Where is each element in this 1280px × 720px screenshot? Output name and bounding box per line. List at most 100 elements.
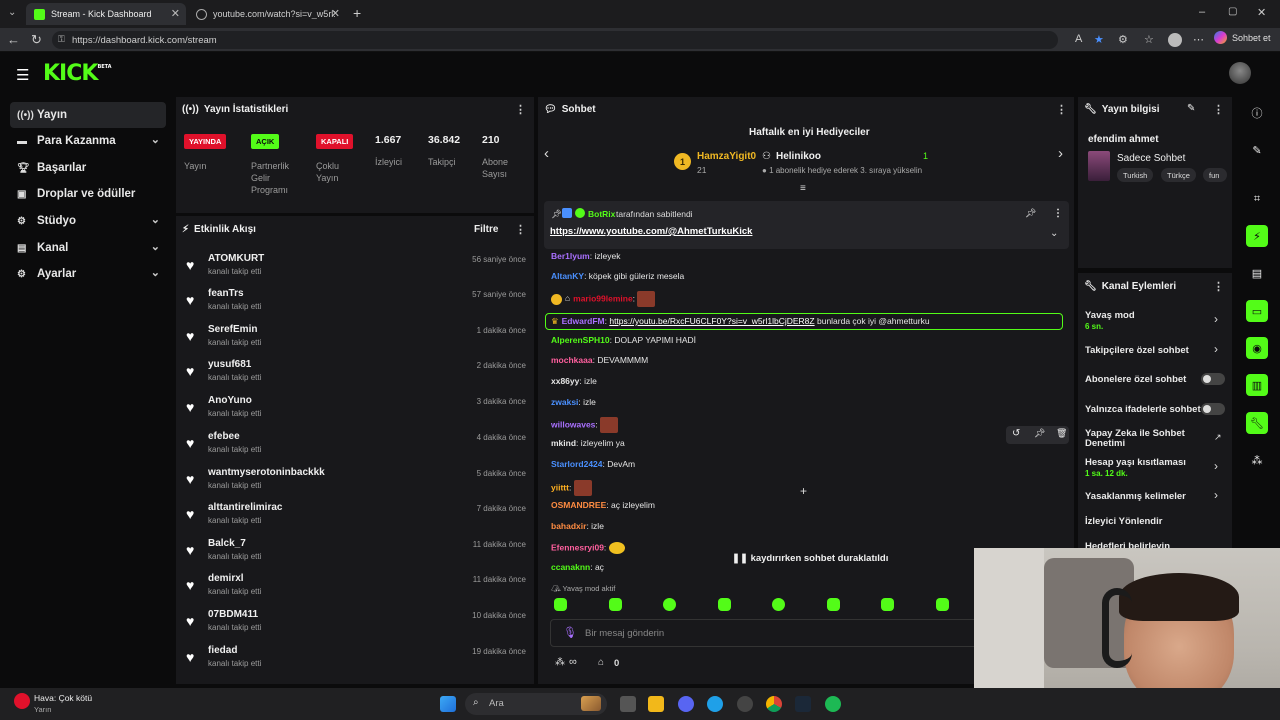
weather-icon[interactable] bbox=[14, 693, 30, 709]
copilot-button[interactable]: Sohbet et bbox=[1214, 31, 1271, 44]
weather-title[interactable]: Hava: Çok kötü bbox=[34, 693, 92, 703]
tab-kick-dashboard[interactable]: Stream - Kick Dashboard ✕ bbox=[26, 3, 186, 25]
chat-username[interactable]: bahadxir bbox=[551, 521, 586, 531]
maximize-icon[interactable]: ▢ bbox=[1228, 6, 1237, 17]
edit-icon[interactable]: ✎ bbox=[1187, 103, 1195, 114]
top-gifter-name[interactable]: HamzaYigit0 bbox=[697, 151, 756, 162]
chat-username[interactable]: zwaksi bbox=[551, 397, 578, 407]
chat-message[interactable]: ♛ EdwardFM: https://youtu.be/RxcFU6CLF0Y?… bbox=[545, 313, 1063, 330]
chat-username[interactable]: Efennesryi09 bbox=[551, 542, 604, 552]
extensions-icon[interactable]: ⚙ bbox=[1118, 33, 1128, 46]
store-icon[interactable]: ⌂ bbox=[598, 657, 604, 668]
chevron-right-icon[interactable]: › bbox=[1214, 342, 1218, 356]
chat-message[interactable]: Efennesryi09: bbox=[551, 542, 625, 554]
category-name[interactable]: Sadece Sohbet bbox=[1117, 153, 1185, 164]
url-field[interactable]: ⚿ https://dashboard.kick.com/stream bbox=[52, 31, 1058, 49]
sidebar-item-yayin[interactable]: ((•)) Yayın bbox=[10, 102, 166, 128]
stream-info-more-icon[interactable]: ⋮ bbox=[1213, 103, 1224, 116]
channel-actions-more-icon[interactable]: ⋮ bbox=[1213, 280, 1224, 293]
filter-button[interactable]: Filtre bbox=[474, 224, 498, 235]
chat-message[interactable]: OSMANDREE: aç izleyelim bbox=[551, 500, 655, 510]
timeout-icon[interactable]: ↺ bbox=[1012, 428, 1020, 439]
discord-icon[interactable] bbox=[678, 696, 694, 712]
broadcast-icon[interactable]: ◉ bbox=[1246, 337, 1268, 359]
apps-icon[interactable]: ⁂ bbox=[1246, 449, 1268, 471]
steam-icon[interactable] bbox=[795, 696, 811, 712]
spotify-icon[interactable] bbox=[825, 696, 841, 712]
chat-username[interactable]: Starlord2424 bbox=[551, 459, 603, 469]
chat-username[interactable]: AltanKY bbox=[551, 271, 584, 281]
chat-message[interactable]: Ber1lyum: izleyek bbox=[551, 251, 620, 261]
chrome-icon[interactable] bbox=[766, 696, 782, 712]
chat-username[interactable]: yiittt bbox=[551, 482, 569, 492]
chat-message[interactable]: xx86yy: izle bbox=[551, 376, 597, 386]
chat-username[interactable]: OSMANDREE bbox=[551, 500, 606, 510]
chat-username[interactable]: xx86yy bbox=[551, 376, 579, 386]
chat-message[interactable]: Starlord2424: DevAm bbox=[551, 459, 635, 469]
chat-message[interactable]: zwaksi: izle bbox=[551, 397, 596, 407]
chat-link[interactable]: https://youtu.be/RxcFU6CLF0Y?si=v_w5rl1l… bbox=[609, 316, 814, 326]
goals-label[interactable]: Hedefleri belirleyin bbox=[1085, 541, 1170, 548]
pinned-more-icon[interactable]: ⋮ bbox=[1053, 208, 1063, 219]
points-icon[interactable]: ⁂ bbox=[555, 657, 565, 668]
crop-icon[interactable]: ⌗ bbox=[1246, 188, 1268, 210]
minimize-icon[interactable]: – bbox=[1199, 6, 1205, 18]
taskbar-search[interactable]: ⌕ Ara bbox=[465, 693, 607, 715]
chat-more-icon[interactable]: ⋮ bbox=[1056, 103, 1067, 116]
user-avatar[interactable] bbox=[1229, 62, 1251, 84]
file-explorer-icon[interactable] bbox=[648, 696, 664, 712]
activity-item[interactable]: ♥ fiedad kanalı takip etti 19 dakika önce bbox=[186, 645, 526, 679]
pencil-icon[interactable]: ✎ bbox=[1246, 139, 1268, 161]
pin-message-icon[interactable]: 📌︎ bbox=[1034, 428, 1045, 439]
wrench-icon[interactable]: 🔧︎ bbox=[1246, 412, 1268, 434]
activity-item[interactable]: ♥ ATOMKURT kanalı takip etti 56 saniye önce bbox=[186, 253, 526, 287]
second-gifter-name[interactable]: Helinikoo bbox=[776, 151, 821, 162]
emote-2-icon[interactable] bbox=[609, 598, 622, 611]
chat-username[interactable]: AlperenSPH10 bbox=[551, 335, 610, 345]
emote-8-icon[interactable] bbox=[936, 598, 949, 611]
stats-more-icon[interactable]: ⋮ bbox=[515, 103, 526, 116]
pinned-link[interactable]: https://www.youtube.com/@AhmetTurkuKick bbox=[550, 226, 752, 237]
close-window-icon[interactable]: ✕ bbox=[1257, 6, 1266, 19]
chat-message[interactable]: bahadxir: izle bbox=[551, 521, 604, 531]
collapse-icon[interactable]: ≡ bbox=[800, 183, 806, 194]
delete-icon[interactable]: 🗑︎ bbox=[1056, 428, 1067, 439]
tag-pill[interactable]: fun bbox=[1203, 168, 1227, 182]
activity-item[interactable]: ♥ feanTrs kanalı takip etti 57 saniye önce bbox=[186, 288, 526, 322]
pinned-by-user[interactable]: BotRix bbox=[588, 209, 615, 219]
chat-username[interactable]: Ber1lyum bbox=[551, 251, 590, 261]
chat-message[interactable]: mochkaaa: DEVAMMMM bbox=[551, 355, 648, 365]
collections-icon[interactable]: ☆ bbox=[1144, 33, 1154, 46]
raid-label[interactable]: İzleyici Yönlendir bbox=[1085, 516, 1162, 527]
document-icon[interactable]: ▤ bbox=[1246, 262, 1268, 284]
chat-input[interactable]: 🎙︎ Bir mesaj gönderin bbox=[550, 619, 990, 647]
expand-icon[interactable]: ⌄ bbox=[1050, 228, 1058, 239]
profile-icon[interactable] bbox=[1168, 33, 1182, 47]
info-icon[interactable]: ⓘ bbox=[1246, 102, 1268, 124]
chat-icon[interactable]: ▭ bbox=[1246, 300, 1268, 322]
chat-message[interactable]: yiittt: bbox=[551, 480, 592, 496]
followers-only-label[interactable]: Takipçilere özel sohbet bbox=[1085, 345, 1189, 356]
slow-mode-label[interactable]: Yavaş mod bbox=[1085, 310, 1135, 321]
sidebar-item-studyo[interactable]: ⚙ Stüdyo ⌄ bbox=[10, 208, 166, 234]
chat-username[interactable]: mochkaaa bbox=[551, 355, 593, 365]
emote-only-toggle[interactable] bbox=[1201, 403, 1225, 415]
chat-message[interactable]: AlperenSPH10: DOLAP YAPIMI HADİ bbox=[551, 335, 696, 345]
sidebar-item-basarilar[interactable]: 🏆︎ Başarılar bbox=[10, 155, 166, 181]
activity-item[interactable]: ♥ demirxl kanalı takip etti 11 dakika önce bbox=[186, 573, 526, 607]
sidebar-item-kanal[interactable]: ▤ Kanal ⌄ bbox=[10, 235, 166, 261]
emote-3-icon[interactable] bbox=[663, 598, 676, 611]
external-link-icon[interactable]: ↗ bbox=[1214, 432, 1222, 443]
chat-username[interactable]: mkind bbox=[551, 438, 576, 448]
sidebar-item-droplar[interactable]: ▣ Droplar ve ödüller bbox=[10, 181, 166, 207]
prev-arrow-icon[interactable]: ‹ bbox=[544, 145, 549, 162]
emote-6-icon[interactable] bbox=[827, 598, 840, 611]
tag-pill[interactable]: Türkçe bbox=[1161, 168, 1196, 182]
back-icon[interactable]: ← bbox=[7, 32, 20, 47]
chat-username[interactable]: ccanaknn bbox=[551, 562, 590, 572]
chat-username[interactable]: willowaves bbox=[551, 419, 595, 429]
sidebar-item-ayarlar[interactable]: ⚙ Ayarlar ⌄ bbox=[10, 261, 166, 287]
close-tab-icon[interactable]: ✕ bbox=[171, 7, 180, 20]
close-tab-icon[interactable]: ✕ bbox=[331, 7, 340, 20]
kick-logo[interactable]: KICKBETA bbox=[43, 61, 112, 86]
